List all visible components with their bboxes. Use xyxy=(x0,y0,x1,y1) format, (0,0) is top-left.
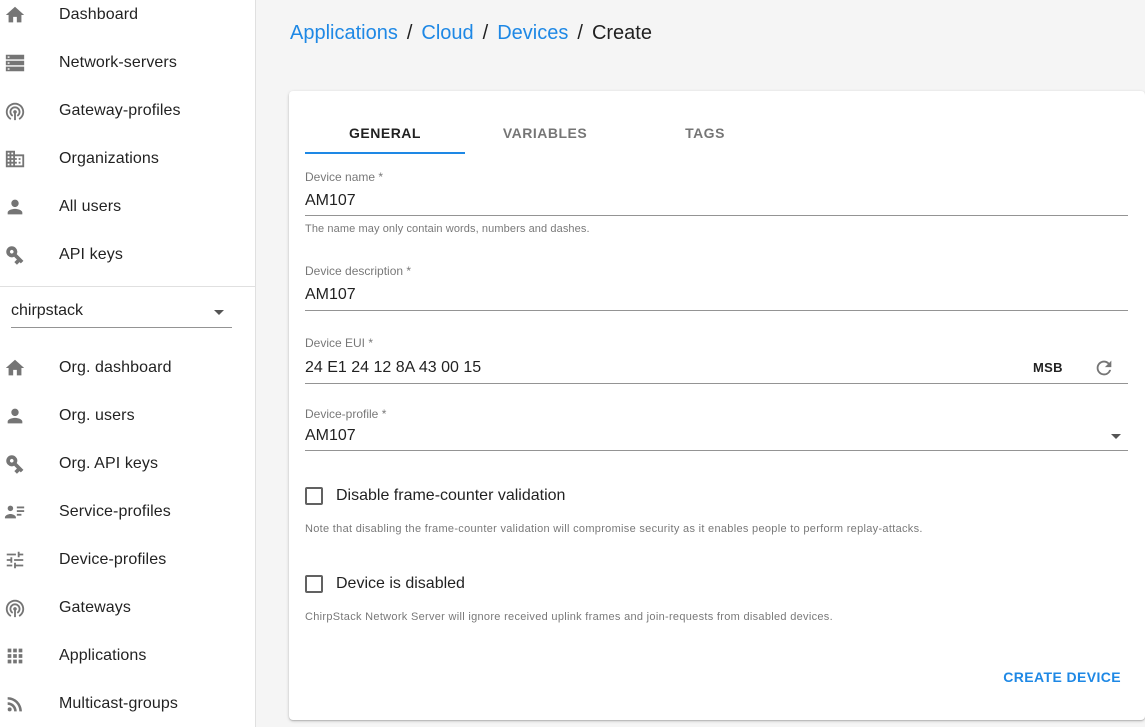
sidebar-item-network-servers[interactable]: Network-servers xyxy=(0,39,255,87)
disable-frame-counter-label: Disable frame-counter validation xyxy=(336,487,566,504)
vpn-key-icon xyxy=(4,244,26,266)
tab-indicator xyxy=(305,152,465,154)
refresh-icon[interactable] xyxy=(1093,357,1115,379)
breadcrumb-separator: / xyxy=(482,22,489,44)
device-eui-input[interactable] xyxy=(305,352,1008,383)
sidebar-item-label: Org. users xyxy=(59,407,135,424)
sidebar-item-label: Organizations xyxy=(59,150,160,167)
sidebar-item-organizations[interactable]: Organizations xyxy=(0,135,255,183)
device-name-helper-text: The name may only contain words, numbers… xyxy=(305,223,590,235)
create-device-button[interactable]: CREATE DEVICE xyxy=(1003,669,1121,685)
device-description-input[interactable] xyxy=(305,280,1128,310)
sidebar-item-org-users[interactable]: Org. users xyxy=(0,392,255,440)
sidebar-item-label: API keys xyxy=(59,246,123,263)
sidebar-item-label: Service-profiles xyxy=(59,503,171,520)
breadcrumb: Applications / Cloud / Devices / Create xyxy=(290,22,652,45)
sidebar-item-applications[interactable]: Applications xyxy=(0,632,255,680)
tab-variables[interactable]: VARIABLES xyxy=(465,111,625,154)
sidebar-item-label: Gateway-profiles xyxy=(59,102,181,119)
disable-frame-counter-checkbox-row[interactable]: Disable frame-counter validation xyxy=(305,487,565,505)
device-profile-select[interactable]: AM107 xyxy=(305,427,356,445)
chevron-down-icon xyxy=(214,310,224,315)
device-profile-underline xyxy=(305,450,1128,451)
sidebar-item-all-users[interactable]: All users xyxy=(0,183,255,231)
tune-icon xyxy=(4,549,26,571)
sidebar-item-gateways[interactable]: Gateways xyxy=(0,584,255,632)
device-description-label: Device description * xyxy=(305,264,412,278)
create-device-form-card: GENERAL VARIABLES TAGS Device name * The… xyxy=(289,91,1145,720)
sidebar: Dashboard Network-servers Gateway-profil… xyxy=(0,0,256,727)
account-details-icon xyxy=(4,501,26,523)
device-eui-underline xyxy=(305,383,1128,384)
tab-general[interactable]: GENERAL xyxy=(305,111,465,154)
byte-order-toggle-button[interactable]: MSB xyxy=(1033,360,1063,375)
sidebar-item-label: Gateways xyxy=(59,599,131,616)
domain-icon xyxy=(4,148,26,170)
sidebar-item-label: Org. API keys xyxy=(59,455,159,472)
device-eui-label: Device EUI * xyxy=(305,336,374,350)
breadcrumb-cloud[interactable]: Cloud xyxy=(421,22,473,45)
rss-feed-icon xyxy=(4,693,26,715)
sidebar-item-org-api-keys[interactable]: Org. API keys xyxy=(0,440,255,488)
chevron-down-icon xyxy=(1111,434,1121,439)
sidebar-item-gateway-profiles[interactable]: Gateway-profiles xyxy=(0,87,255,135)
device-profile-field: Device-profile * AM107 xyxy=(305,407,1128,452)
home-icon xyxy=(4,4,26,26)
apps-icon xyxy=(4,645,26,667)
sidebar-item-label: All users xyxy=(59,198,122,215)
device-disabled-note: ChirpStack Network Server will ignore re… xyxy=(305,611,833,623)
sidebar-item-multicast-groups[interactable]: Multicast-groups xyxy=(0,680,255,727)
organization-select[interactable]: chirpstack xyxy=(11,298,232,328)
device-name-field: Device name * The name may only contain … xyxy=(305,170,1128,240)
device-eui-field: Device EUI * MSB xyxy=(305,336,1128,386)
vpn-key-icon xyxy=(4,453,26,475)
person-icon xyxy=(4,196,26,218)
sidebar-item-label: Dashboard xyxy=(59,6,139,23)
disable-frame-counter-checkbox[interactable] xyxy=(305,487,323,505)
sidebar-item-label: Org. dashboard xyxy=(59,359,172,376)
sidebar-item-api-keys[interactable]: API keys xyxy=(0,231,255,279)
sidebar-item-label: Device-profiles xyxy=(59,551,167,568)
sidebar-item-device-profiles[interactable]: Device-profiles xyxy=(0,536,255,584)
home-icon xyxy=(4,357,26,379)
person-icon xyxy=(4,405,26,427)
device-name-input[interactable] xyxy=(305,189,1128,213)
organization-select-value: chirpstack xyxy=(11,302,84,319)
sidebar-item-label: Multicast-groups xyxy=(59,695,178,712)
sidebar-item-label: Applications xyxy=(59,647,147,664)
device-description-underline xyxy=(305,310,1128,311)
sidebar-item-service-profiles[interactable]: Service-profiles xyxy=(0,488,255,536)
sidebar-divider xyxy=(0,286,255,287)
sidebar-item-dashboard[interactable]: Dashboard xyxy=(0,0,255,39)
server-icon xyxy=(4,52,26,74)
wifi-tethering-icon xyxy=(4,100,26,122)
breadcrumb-devices[interactable]: Devices xyxy=(497,22,568,45)
breadcrumb-applications[interactable]: Applications xyxy=(290,22,398,45)
device-profile-label: Device-profile * xyxy=(305,407,387,421)
disable-frame-counter-note: Note that disabling the frame-counter va… xyxy=(305,523,923,535)
breadcrumb-current: Create xyxy=(591,22,652,44)
device-disabled-checkbox[interactable] xyxy=(305,575,323,593)
wifi-tethering-icon xyxy=(4,597,26,619)
device-disabled-checkbox-row[interactable]: Device is disabled xyxy=(305,575,465,593)
device-name-underline xyxy=(305,215,1128,216)
breadcrumb-separator: / xyxy=(406,22,413,44)
sidebar-item-org-dashboard[interactable]: Org. dashboard xyxy=(0,344,255,392)
device-name-label: Device name * xyxy=(305,170,384,184)
sidebar-item-label: Network-servers xyxy=(59,54,177,71)
breadcrumb-separator: / xyxy=(577,22,583,44)
device-description-field: Device description * xyxy=(305,264,1128,314)
tab-tags[interactable]: TAGS xyxy=(625,111,785,154)
device-disabled-label: Device is disabled xyxy=(336,575,465,592)
